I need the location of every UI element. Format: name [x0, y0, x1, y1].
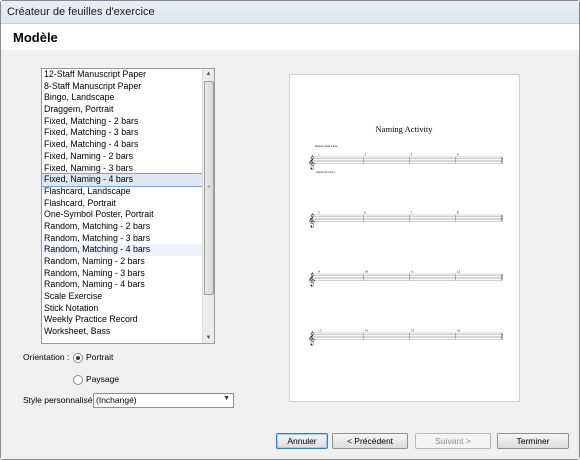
staff-system: 𝄞13 14 15 16	[308, 329, 503, 345]
preview-staff-systems: 𝄞1 2 3 4𝄞5 6 7 8𝄞9 10 11 12𝄞13 14 15 16	[308, 153, 503, 345]
template-listbox[interactable]: 12-Staff Manuscript Paper 8-Staff Manuscr…	[41, 68, 215, 344]
template-list-item[interactable]: Random, Naming - 4 bars	[42, 279, 202, 291]
cancel-button[interactable]: Annuler	[276, 433, 328, 449]
measure-number: 15	[411, 329, 415, 333]
radio-selected-dot	[76, 356, 80, 360]
preview-page: Naming Activity Instruction Line Answer …	[308, 124, 503, 345]
staff-system: 𝄞5 6 7 8	[308, 211, 503, 227]
template-list-item[interactable]: Bingo, Landscape	[42, 92, 202, 104]
scroll-thumb[interactable]: ≡	[204, 81, 214, 295]
style-select-value: (Inchangé)	[96, 395, 137, 405]
landscape-radio[interactable]	[73, 375, 83, 385]
template-list-item[interactable]: Worksheet, Bass	[42, 326, 202, 338]
list-scrollbar[interactable]: ▲ ≡ ▼	[202, 69, 214, 343]
scroll-down-arrow-icon[interactable]: ▼	[203, 333, 214, 343]
measure-number: 14	[364, 329, 368, 333]
staff-system: 𝄞9 10 11 12	[308, 270, 503, 286]
portrait-radio[interactable]	[73, 353, 83, 363]
template-list-item[interactable]: Fixed, Naming - 3 bars	[42, 163, 202, 175]
template-list-item[interactable]: Fixed, Matching - 3 bars	[42, 127, 202, 139]
portrait-label[interactable]: Portrait	[86, 352, 113, 362]
style-select[interactable]: (Inchangé) ▼	[93, 393, 234, 408]
template-list-item[interactable]: Random, Matching - 4 bars	[42, 244, 202, 256]
template-list-item[interactable]: Stick Notation	[42, 303, 202, 315]
style-label: Style personnalisé :	[23, 395, 98, 405]
template-list: 12-Staff Manuscript Paper 8-Staff Manuscr…	[42, 69, 203, 338]
preview-instruction: Instruction Line	[315, 144, 338, 148]
treble-clef-icon: 𝄞	[308, 331, 315, 345]
measure-number: 3	[411, 153, 413, 157]
template-list-item[interactable]: Flashcard, Landscape	[42, 186, 202, 198]
wizard-content: 12-Staff Manuscript Paper 8-Staff Manuscr…	[1, 50, 579, 459]
dropdown-arrow-icon[interactable]: ▼	[223, 395, 230, 402]
template-list-item[interactable]: Random, Naming - 2 bars	[42, 256, 202, 268]
measure-number: 13	[318, 329, 322, 333]
template-list-item[interactable]: Draggem, Portrait	[42, 104, 202, 116]
orientation-label: Orientation :	[23, 352, 70, 362]
back-button[interactable]: < Précédent	[332, 433, 408, 449]
template-list-item[interactable]: Random, Matching - 2 bars	[42, 221, 202, 233]
measure-number: 10	[364, 270, 368, 274]
wizard-window: Créateur de feuilles d'exercice Modèle 1…	[0, 0, 580, 460]
preview-title: Naming Activity	[376, 124, 434, 134]
next-button[interactable]: Suivant >	[415, 433, 491, 449]
grip-icon: ≡	[207, 184, 211, 190]
template-list-item[interactable]: 12-Staff Manuscript Paper	[42, 69, 202, 81]
treble-clef-icon: 𝄞	[308, 213, 315, 227]
measure-number: 8	[457, 211, 459, 215]
staff-system: 𝄞1 2 3 4	[308, 153, 503, 169]
landscape-label[interactable]: Paysage	[86, 374, 119, 384]
template-list-item[interactable]: One-Symbol Poster, Portrait	[42, 209, 202, 221]
measure-number: 11	[411, 270, 415, 274]
scroll-up-arrow-icon[interactable]: ▲	[203, 69, 214, 79]
template-list-item[interactable]: Weekly Practice Record	[42, 314, 202, 326]
template-list-item[interactable]: Scale Exercise	[42, 291, 202, 303]
template-list-item[interactable]: 8-Staff Manuscript Paper	[42, 81, 202, 93]
measure-number: 4	[457, 153, 459, 157]
measure-number: 1	[318, 153, 320, 157]
finish-button[interactable]: Terminer	[497, 433, 569, 449]
template-list-item[interactable]: Fixed, Matching - 4 bars	[42, 139, 202, 151]
measure-number: 16	[457, 329, 461, 333]
header-band: Modèle	[1, 24, 579, 50]
measure-number: 12	[457, 270, 461, 274]
template-list-item[interactable]: Random, Matching - 3 bars	[42, 233, 202, 245]
worksheet-preview: Naming Activity Instruction Line Answer …	[289, 74, 520, 402]
template-list-item[interactable]: Random, Naming - 3 bars	[42, 268, 202, 280]
preview-answer-note: Answer in voice 2.	[316, 171, 336, 174]
template-list-item[interactable]: Fixed, Naming - 4 bars	[42, 173, 203, 187]
measure-number: 2	[364, 153, 366, 157]
template-list-item[interactable]: Flashcard, Portrait	[42, 198, 202, 210]
title-bar: Créateur de feuilles d'exercice	[1, 1, 579, 24]
measure-number: 7	[411, 211, 413, 215]
template-list-item[interactable]: Fixed, Naming - 2 bars	[42, 151, 202, 163]
treble-clef-icon: 𝄞	[308, 155, 315, 169]
measure-number: 6	[364, 211, 366, 215]
page-title: Modèle	[13, 30, 58, 45]
template-list-item[interactable]: Fixed, Matching - 2 bars	[42, 116, 202, 128]
measure-number: 9	[318, 270, 320, 274]
treble-clef-icon: 𝄞	[308, 272, 315, 286]
measure-number: 5	[318, 211, 320, 215]
